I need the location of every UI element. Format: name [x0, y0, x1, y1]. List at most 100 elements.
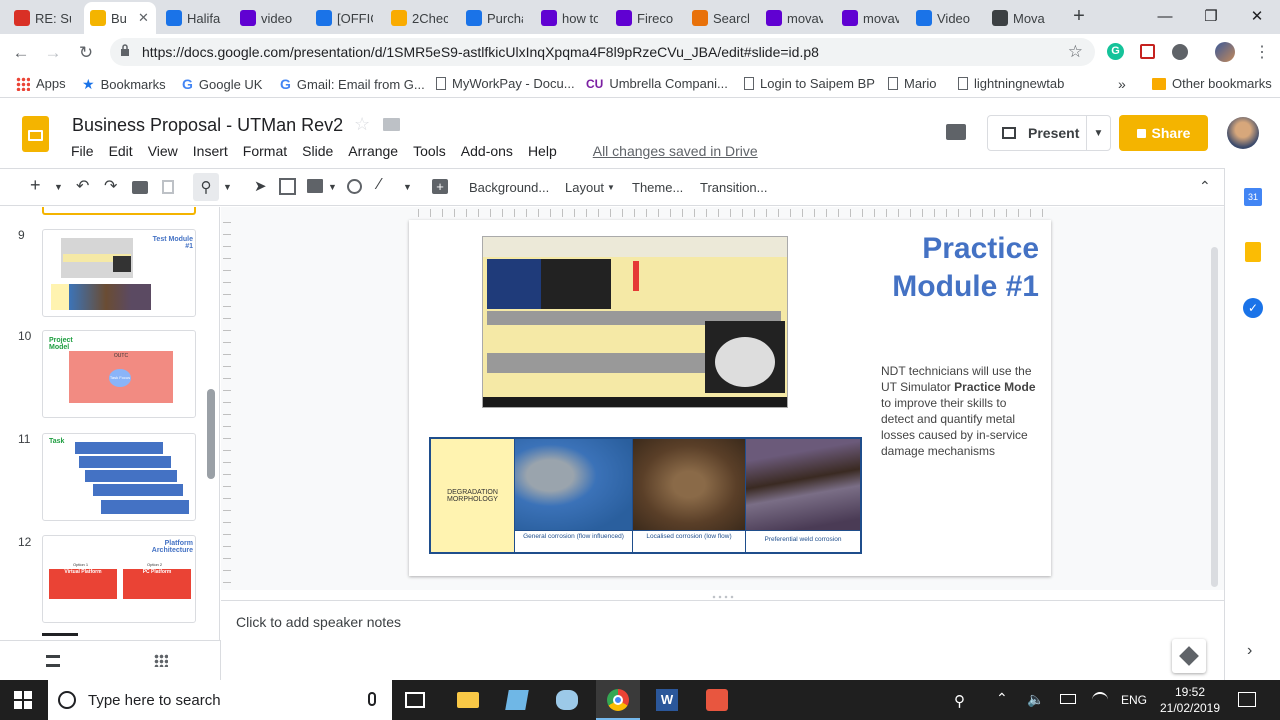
textbox-icon[interactable]: [279, 178, 296, 195]
line-dropdown-icon[interactable]: ▼: [403, 182, 412, 192]
browser-tab[interactable]: Video: [910, 2, 980, 34]
bookmark-mario[interactable]: Mario: [888, 76, 937, 91]
wifi-icon[interactable]: [1092, 692, 1108, 708]
task-view-icon[interactable]: [405, 692, 425, 708]
browser-tab[interactable]: how to: [535, 2, 605, 34]
degradation-table[interactable]: DEGRADATION MORPHOLOGY General corrosion…: [429, 437, 862, 554]
menu-view[interactable]: View: [148, 143, 178, 159]
microphone-icon[interactable]: [368, 692, 376, 706]
people-icon[interactable]: ⚲: [954, 692, 965, 710]
line-icon[interactable]: ∕: [378, 176, 381, 194]
slide-thumbnail-12[interactable]: Platform Architecture Option 1 Option 2 …: [42, 535, 196, 623]
slide-title[interactable]: Practice Module #1: [849, 230, 1039, 306]
restore-button[interactable]: ❐: [1188, 0, 1234, 32]
comments-icon[interactable]: [946, 124, 966, 140]
comment-add-icon[interactable]: +: [432, 179, 448, 194]
browser-tab[interactable]: Mova: [986, 2, 1056, 34]
menu-addons[interactable]: Add-ons: [461, 143, 513, 159]
document-title[interactable]: Business Proposal - UTMan Rev2: [72, 115, 343, 136]
reload-button[interactable]: ↻: [75, 42, 97, 64]
battery-icon[interactable]: [1060, 694, 1076, 704]
expand-panel-icon[interactable]: ›: [1247, 642, 1252, 660]
print-icon[interactable]: [132, 181, 148, 194]
browser-tab[interactable]: [OFFIC: [310, 2, 380, 34]
browser-tab[interactable]: movav: [760, 2, 830, 34]
browser-tab[interactable]: movav: [836, 2, 906, 34]
word-taskbar-icon[interactable]: W: [656, 689, 678, 711]
filmstrip-scrollbar-thumb[interactable]: [207, 389, 215, 479]
menu-arrange[interactable]: Arrange: [348, 143, 398, 159]
more-bookmarks-button[interactable]: »: [1118, 76, 1126, 92]
app-icon[interactable]: [556, 690, 578, 710]
bookmark-saipem[interactable]: Login to Saipem BP: [744, 76, 875, 91]
bookmark-star-icon[interactable]: ☆: [1068, 42, 1083, 62]
bookmark-apps[interactable]: Apps: [16, 76, 66, 91]
menu-insert[interactable]: Insert: [193, 143, 228, 159]
keep-icon[interactable]: [1245, 242, 1261, 262]
explore-icon[interactable]: [1172, 639, 1206, 673]
close-tab-icon[interactable]: ✕: [138, 10, 149, 26]
new-slide-dropdown-icon[interactable]: ▼: [54, 182, 63, 192]
zoom-button[interactable]: ⚲: [193, 173, 219, 201]
calendar-icon[interactable]: 31: [1244, 188, 1262, 206]
simulator-screenshot[interactable]: [482, 236, 788, 408]
browser-tab[interactable]: RE: Su: [8, 2, 78, 34]
share-button[interactable]: Share: [1119, 115, 1208, 151]
present-dropdown-icon[interactable]: ▼: [1086, 116, 1110, 150]
language-indicator[interactable]: ENG: [1121, 693, 1147, 707]
undo-icon[interactable]: ↶: [76, 176, 89, 196]
bookmark-umbrella[interactable]: CU Umbrella Compani...: [586, 76, 728, 91]
new-slide-button[interactable]: +: [30, 175, 41, 196]
profile-avatar[interactable]: [1215, 42, 1235, 62]
slide-thumbnail-11[interactable]: Task: [42, 433, 196, 521]
browser-tab[interactable]: 2Chec: [385, 2, 455, 34]
menu-tools[interactable]: Tools: [413, 143, 446, 159]
menu-edit[interactable]: Edit: [109, 143, 133, 159]
forward-button[interactable]: →: [42, 42, 64, 64]
volume-icon[interactable]: 🔈: [1027, 691, 1044, 708]
close-window-button[interactable]: ✕: [1234, 0, 1280, 32]
next-thumbnail-edge[interactable]: [42, 633, 78, 636]
save-status[interactable]: All changes saved in Drive: [593, 143, 758, 159]
shape-icon[interactable]: [347, 179, 362, 194]
thumbnail-prev-edge[interactable]: [42, 207, 196, 215]
chrome-taskbar-icon[interactable]: [596, 680, 640, 720]
slides-logo-icon[interactable]: [22, 116, 49, 152]
new-tab-button[interactable]: +: [1068, 6, 1090, 28]
extension-globe-icon[interactable]: [1172, 44, 1188, 60]
browser-tab[interactable]: Halifa: [160, 2, 230, 34]
tasks-icon[interactable]: ✓: [1243, 298, 1263, 318]
account-avatar[interactable]: [1227, 117, 1259, 149]
windows-start-icon[interactable]: [14, 691, 32, 709]
background-button[interactable]: Background...: [469, 180, 549, 195]
speaker-notes[interactable]: Click to add speaker notes: [221, 595, 1224, 640]
grammarly-extension-icon[interactable]: G: [1107, 43, 1124, 60]
notes-resize-handle[interactable]: [711, 595, 735, 599]
show-hidden-icons[interactable]: ⌃: [996, 690, 1008, 707]
collapse-toolbar-icon[interactable]: ⌃: [1199, 178, 1211, 195]
transition-button[interactable]: Transition...: [700, 180, 767, 195]
move-folder-icon[interactable]: [383, 118, 400, 131]
zoom-dropdown-icon[interactable]: ▼: [223, 182, 232, 192]
app-icon[interactable]: [505, 690, 529, 710]
present-button[interactable]: Present ▼: [987, 115, 1111, 151]
current-slide[interactable]: Practice Module #1 NDT technicians will …: [409, 220, 1051, 576]
menu-help[interactable]: Help: [528, 143, 557, 159]
select-tool-icon[interactable]: ➤: [254, 177, 267, 195]
clock[interactable]: 19:52 21/02/2019: [1155, 684, 1225, 716]
canvas-scrollbar[interactable]: [1211, 247, 1218, 587]
address-bar[interactable]: https://docs.google.com/presentation/d/1…: [110, 38, 1095, 66]
filmstrip-view-icon[interactable]: [46, 655, 60, 667]
browser-tab[interactable]: Bu ✕: [84, 2, 156, 34]
back-button[interactable]: ←: [10, 42, 32, 64]
menu-format[interactable]: Format: [243, 143, 287, 159]
bookmark-lightningnewtab[interactable]: lightningnewtab: [958, 76, 1064, 91]
bookmark-google-uk[interactable]: G Google UK: [182, 76, 262, 92]
slide-body-text[interactable]: NDT technicians will use the UT Simulato…: [881, 363, 1041, 459]
other-bookmarks[interactable]: Other bookmarks: [1152, 76, 1272, 91]
image-dropdown-icon[interactable]: ▼: [328, 182, 337, 192]
browser-tab[interactable]: Search: [686, 2, 756, 34]
menu-file[interactable]: File: [71, 143, 94, 159]
bookmark-myworkpay[interactable]: MyWorkPay - Docu...: [436, 76, 575, 91]
redo-icon[interactable]: ↷: [104, 176, 117, 196]
